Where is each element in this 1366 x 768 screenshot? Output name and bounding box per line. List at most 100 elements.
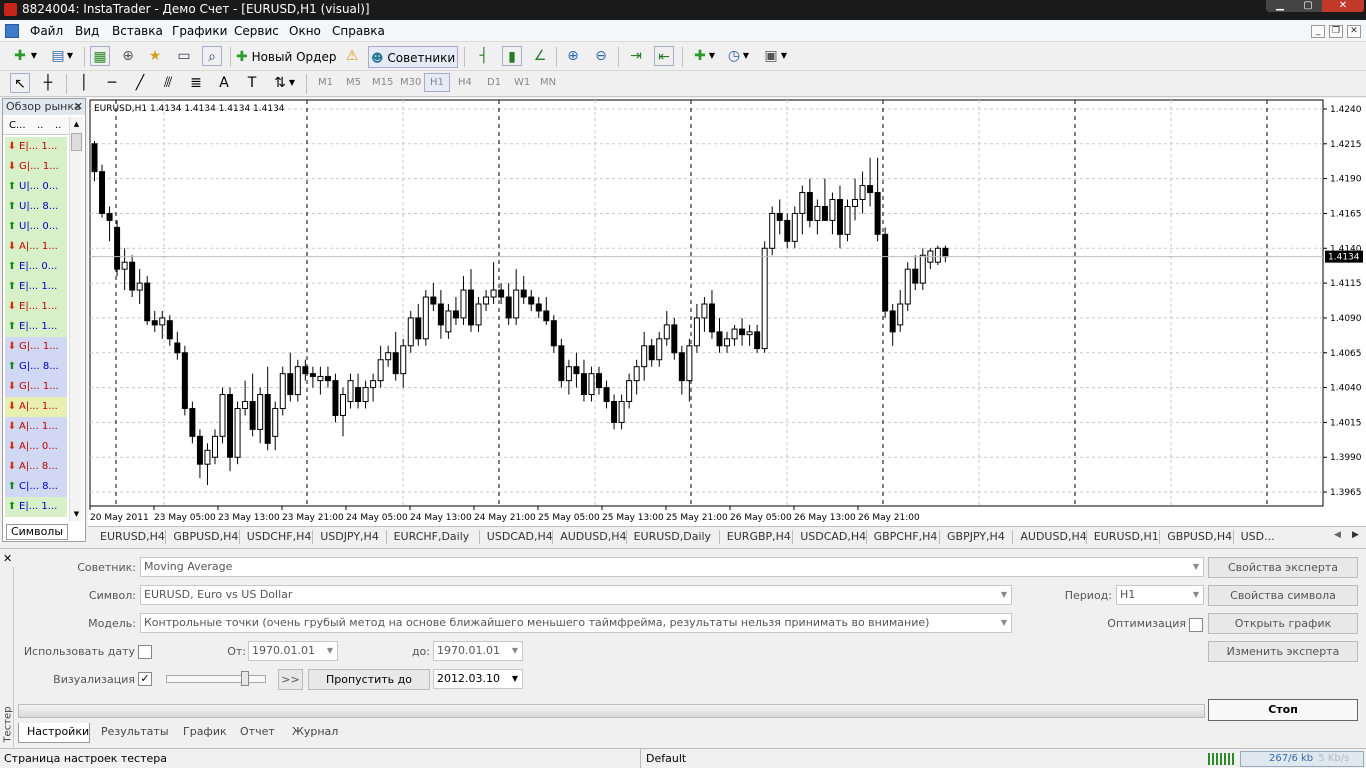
cursor-icon[interactable]: ↖ (10, 73, 30, 93)
channel-icon[interactable]: ⫻ (158, 73, 178, 93)
crosshair-icon[interactable]: ⊕ (118, 46, 138, 66)
market-watch-row[interactable]: ⬆ U|... 8... (5, 197, 67, 217)
chart-tab[interactable]: USDCAD,H4 (800, 530, 866, 543)
horizontal-line-icon[interactable]: ─ (102, 73, 122, 93)
speed-slider[interactable] (166, 671, 266, 686)
market-watch-row[interactable]: ⬇ E|... 1... (5, 297, 67, 317)
experts-button[interactable]: ☻ Советники (368, 46, 458, 68)
candlestick-chart[interactable]: 1.42401.42151.41901.41651.41401.41151.40… (88, 98, 1366, 526)
chart-tab[interactable]: USDCAD,H4 (487, 530, 553, 543)
close-icon[interactable]: ✕ (3, 552, 12, 565)
chart-window[interactable]: 1.4240 1.4215 1.4190 1.4165 1.4140 1.4115 1.40… (88, 98, 1366, 526)
mdi-restore-button[interactable]: ❐ (1329, 25, 1343, 38)
symbol-properties-button[interactable]: Свойства символа (1208, 585, 1358, 606)
expert-properties-button[interactable]: Свойства эксперта (1208, 557, 1358, 578)
market-watch-row[interactable]: ⬇ A|... 1... (5, 417, 67, 437)
tf-m1[interactable]: M1 (318, 77, 333, 88)
market-watch-icon[interactable]: ▦ (90, 46, 110, 66)
market-watch-row[interactable]: ⬇ G|... 1... (5, 377, 67, 397)
open-chart-button[interactable]: Открыть график (1208, 613, 1358, 634)
market-watch-row[interactable]: ⬆ E|... 1... (5, 497, 67, 517)
tf-h1[interactable]: H1 (424, 73, 450, 92)
tf-m15[interactable]: M15 (372, 77, 393, 88)
zoom-in-icon[interactable]: ⊕ (563, 46, 583, 66)
navigator-icon[interactable]: ★ (145, 46, 165, 66)
symbol-select[interactable]: EURUSD, Euro vs US Dollar ▼ (140, 585, 1012, 605)
tab-results[interactable]: Результаты (101, 725, 169, 738)
skip-button[interactable]: >> (278, 669, 303, 690)
menu-view[interactable]: Вид (75, 24, 99, 38)
tab-report[interactable]: Отчет (240, 725, 275, 738)
scroll-up-icon[interactable]: ▲ (70, 117, 83, 131)
chevron-down-icon[interactable]: ▼ (64, 46, 76, 66)
visualization-checkbox[interactable]: ✓ (138, 672, 152, 686)
market-watch-row[interactable]: ⬇ E|... 1... (5, 137, 67, 157)
bar-chart-icon[interactable]: ┤ (474, 46, 494, 66)
mdi-close-button[interactable]: ✕ (1347, 25, 1361, 38)
tab-symbols[interactable]: Символы (6, 524, 68, 540)
fibonacci-icon[interactable]: ≣ (186, 73, 206, 93)
stop-button[interactable]: Стоп (1208, 699, 1358, 721)
chart-tab[interactable]: USDCHF,H4 (247, 530, 312, 543)
tab-settings[interactable]: Настройки (27, 725, 89, 738)
terminal-icon[interactable]: ▭ (174, 46, 194, 66)
tf-mn[interactable]: MN (540, 77, 556, 88)
menu-help[interactable]: Справка (332, 24, 385, 38)
menu-window[interactable]: Окно (289, 24, 321, 38)
chart-tab[interactable]: EURUSD,Daily (634, 530, 711, 543)
chart-tab[interactable]: GBPUSD,H4 (173, 530, 238, 543)
chart-tab[interactable]: GBPUSD,H4 (1167, 530, 1232, 543)
chevron-down-icon[interactable]: ▼ (286, 73, 298, 93)
optimization-checkbox[interactable] (1189, 618, 1203, 632)
chart-tab[interactable]: EURCHF,Daily (394, 530, 470, 543)
tf-m30[interactable]: M30 (400, 77, 421, 88)
market-watch-row[interactable]: ⬇ A|... 0... (5, 437, 67, 457)
chart-tab[interactable]: GBPJPY,H4 (947, 530, 1005, 543)
modify-expert-button[interactable]: Изменить эксперта (1208, 641, 1358, 662)
chart-tab[interactable]: AUDUSD,H4 (560, 530, 626, 543)
market-watch-row[interactable]: ⬇ A|... 1... (5, 237, 67, 257)
market-watch-row[interactable]: ⬇ A|... 1... (5, 397, 67, 417)
close-icon[interactable]: ✕ (74, 99, 83, 114)
menu-charts[interactable]: Графики (172, 24, 227, 38)
menu-tools[interactable]: Сервис (234, 24, 279, 38)
col-bid[interactable]: .. (37, 120, 43, 131)
expert-select[interactable]: Moving Average ▼ (140, 557, 1204, 577)
new-chart-icon[interactable]: ✚ (10, 46, 30, 66)
chart-tab[interactable]: USD... (1241, 530, 1275, 543)
period-select[interactable]: H1 ▼ (1116, 585, 1204, 605)
from-date-field[interactable]: 1970.01.01 ▼ (248, 641, 338, 661)
chart-tab[interactable]: AUDUSD,H4 (1020, 530, 1086, 543)
chevron-down-icon[interactable]: ▼ (706, 46, 718, 66)
chevron-down-icon[interactable]: ▼ (28, 46, 40, 66)
tf-d1[interactable]: D1 (487, 77, 501, 88)
warning-icon[interactable]: ⚠ (342, 46, 362, 66)
market-watch-row[interactable]: ⬆ E|... 0... (5, 257, 67, 277)
use-date-checkbox[interactable] (138, 645, 152, 659)
autoscroll-icon[interactable]: ⇥ (626, 46, 646, 66)
menu-file[interactable]: Файл (30, 24, 63, 38)
scrollbar[interactable]: ▲ ▼ (69, 117, 83, 521)
new-order-button[interactable]: ✚ Новый Ордер (236, 46, 340, 68)
market-watch-row[interactable]: ⬆ E|... 1... (5, 277, 67, 297)
line-chart-icon[interactable]: ∠ (530, 46, 550, 66)
maximize-button[interactable]: ▢ (1294, 0, 1322, 12)
chart-shift-icon[interactable]: ⇤ (654, 46, 674, 66)
chart-tab[interactable]: EURUSD,H1 (1094, 530, 1159, 543)
skip-to-date-field[interactable]: 2012.03.10 ▼ (433, 669, 523, 689)
trendline-icon[interactable]: ╱ (130, 73, 150, 93)
candlestick-icon[interactable]: ▮ (502, 46, 522, 66)
menu-insert[interactable]: Вставка (112, 24, 163, 38)
minimize-button[interactable]: ▁ (1266, 0, 1294, 12)
market-watch-row[interactable]: ⬇ G|... 1... (5, 157, 67, 177)
slider-thumb[interactable] (241, 671, 249, 686)
crosshair-icon[interactable]: ┼ (38, 73, 58, 93)
market-watch-row[interactable]: ⬆ U|... 0... (5, 217, 67, 237)
skip-to-button[interactable]: Пропустить до (308, 669, 430, 690)
chart-tab[interactable]: USDJPY,H4 (320, 530, 379, 543)
tab-scroll-right-icon[interactable]: ▶ (1352, 530, 1359, 540)
tf-w1[interactable]: W1 (514, 77, 530, 88)
model-select[interactable]: Контрольные точки (очень грубый метод на… (140, 613, 1012, 633)
chart-tab[interactable]: EURUSD,H4 (100, 530, 165, 543)
chevron-down-icon[interactable]: ▼ (778, 46, 790, 66)
